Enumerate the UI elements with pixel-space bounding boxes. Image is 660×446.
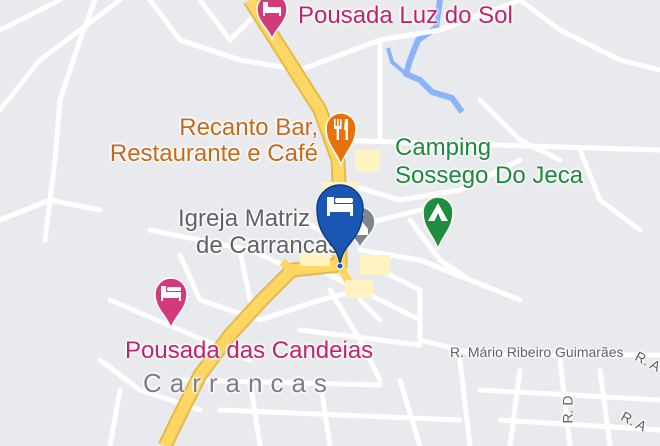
poi-label-pousada-candeias[interactable]: Pousada das Candeias: [125, 338, 373, 364]
poi-label-camping-line1[interactable]: Camping: [395, 135, 491, 161]
fork-knife-icon: [325, 112, 357, 168]
lodging-marker-candeias[interactable]: [152, 275, 190, 331]
bed-icon: [316, 184, 364, 270]
restaurant-marker[interactable]: [323, 108, 359, 168]
road-label-mario: R. Mário Ribeiro Guimarães: [450, 344, 624, 360]
lodging-marker[interactable]: [254, 0, 290, 42]
area-label: Carrancas: [143, 368, 335, 398]
poi-label-igreja-line1[interactable]: Igreja Matriz: [178, 206, 310, 232]
bed-icon: [256, 0, 288, 42]
bed-icon: [154, 277, 188, 331]
poi-label-recanto-line1[interactable]: Recanto Bar,: [160, 115, 318, 141]
poi-label-recanto-line2[interactable]: Restaurante e Café: [78, 141, 318, 167]
poi-label-camping-line2[interactable]: Sossego Do Jeca: [395, 163, 583, 189]
road-label-d: R. D: [559, 395, 576, 424]
campground-marker[interactable]: [420, 192, 456, 252]
tent-icon: [422, 196, 454, 252]
map-canvas[interactable]: Pousada Luz do Sol Recanto Bar, Restaura…: [0, 0, 660, 446]
selected-hotel-marker[interactable]: [314, 184, 366, 270]
poi-label-pousada-luz[interactable]: Pousada Luz do Sol: [298, 3, 513, 29]
